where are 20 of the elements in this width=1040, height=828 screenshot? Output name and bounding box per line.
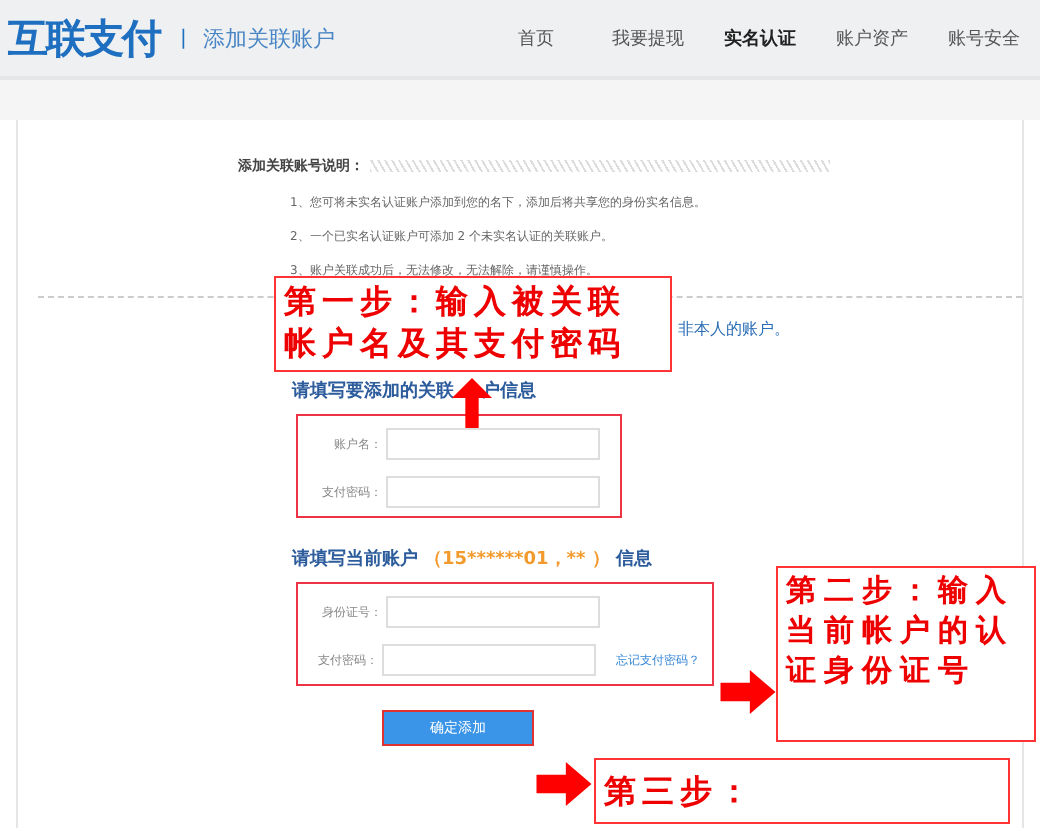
arrow-icon — [536, 762, 592, 806]
input-field[interactable] — [386, 476, 600, 508]
input-field[interactable] — [386, 596, 600, 628]
nav-link[interactable]: 实名认证 — [704, 25, 816, 51]
nav-link[interactable]: 首页 — [480, 25, 592, 51]
divider: | — [180, 27, 187, 49]
input-field[interactable] — [386, 428, 600, 460]
nav-link[interactable]: 账号安全 — [928, 25, 1040, 51]
input-field[interactable] — [382, 644, 596, 676]
nav-link[interactable]: 账户资产 — [816, 25, 928, 51]
arrow-icon — [720, 670, 776, 714]
hint-text: 非本人的账户。 — [678, 318, 790, 340]
section-heading: 请填写要添加的关联 — [292, 378, 454, 404]
page-title: 添加关联账户 — [202, 23, 335, 53]
section-heading: 请填写当前账户 （15******01，** ） 信息 — [292, 546, 652, 572]
nav-link[interactable]: 我要提现 — [592, 25, 704, 51]
logo: 互联支付 — [8, 11, 160, 65]
annotation-callout: 第二步：输入当前帐户的认证身份证号 — [776, 566, 1036, 742]
annotation-callout: 第一步：输入被关联帐户名及其支付密码 — [274, 276, 672, 372]
annotation-callout: 第三步： — [594, 758, 1010, 824]
